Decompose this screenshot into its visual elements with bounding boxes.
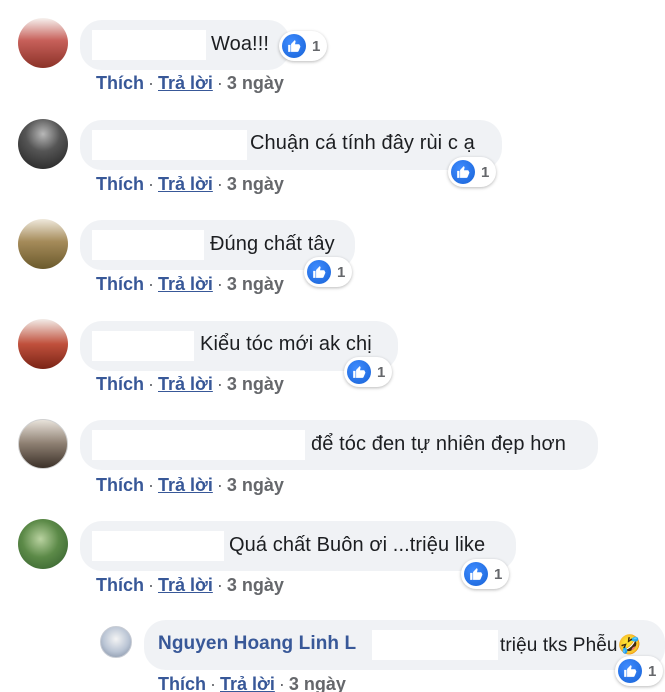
redacted-author-name: [92, 531, 224, 561]
timestamp[interactable]: 3 ngày: [227, 274, 284, 294]
reply-link[interactable]: Trả lời: [220, 674, 275, 692]
thumbs-up-icon: [451, 160, 475, 184]
reaction-badge[interactable]: 1: [615, 656, 664, 686]
reaction-count: 1: [377, 363, 386, 381]
comment-text: Woa!!!: [211, 33, 270, 55]
avatar[interactable]: [18, 519, 68, 569]
reply-link[interactable]: Trả lời: [158, 575, 213, 595]
reaction-count: 1: [337, 263, 346, 281]
comment-actions: Thích · Trả lời · 3 ngày: [158, 674, 346, 692]
reaction-badge[interactable]: 1: [344, 357, 393, 387]
avatar[interactable]: [18, 219, 68, 269]
reaction-count: 1: [481, 163, 490, 181]
reply-link[interactable]: Trả lời: [158, 174, 213, 194]
like-link[interactable]: Thích: [96, 274, 144, 294]
redacted-author-name: [372, 630, 498, 660]
comment-actions: Thích · Trả lời · 3 ngày: [96, 274, 284, 294]
timestamp[interactable]: 3 ngày: [227, 174, 284, 194]
comment-text: Chuận cá tính đây rùi c ạ: [250, 132, 475, 154]
thumbs-up-icon: [618, 659, 642, 683]
timestamp[interactable]: 3 ngày: [227, 374, 284, 394]
comment-text: Đúng chất tây: [210, 233, 335, 255]
reaction-badge[interactable]: 1: [279, 31, 328, 61]
avatar[interactable]: [100, 626, 132, 658]
thumbs-up-icon: [347, 360, 371, 384]
like-link[interactable]: Thích: [96, 575, 144, 595]
thumbs-up-icon: [307, 260, 331, 284]
redacted-author-name: [92, 130, 247, 160]
reaction-badge[interactable]: 1: [304, 257, 353, 287]
comment-text: để tóc đen tự nhiên đẹp hơn: [311, 433, 566, 455]
timestamp[interactable]: 3 ngày: [227, 575, 284, 595]
redacted-author-name: [92, 230, 204, 260]
thumbs-up-icon: [464, 562, 488, 586]
reaction-badge[interactable]: 1: [448, 157, 497, 187]
like-link[interactable]: Thích: [96, 174, 144, 194]
avatar[interactable]: [18, 18, 68, 68]
reaction-badge[interactable]: 1: [461, 559, 510, 589]
comment-actions: Thích · Trả lời · 3 ngày: [96, 475, 284, 495]
comment-text: Quá chất Buôn ơi ...triệu like: [229, 534, 486, 556]
reply-author-name[interactable]: Nguyen Hoang Linh L: [158, 633, 356, 655]
comment-actions: Thích · Trả lời · 3 ngày: [96, 575, 284, 595]
reply-link[interactable]: Trả lời: [158, 475, 213, 495]
avatar[interactable]: [18, 419, 68, 469]
like-link[interactable]: Thích: [158, 674, 206, 692]
reply-link[interactable]: Trả lời: [158, 374, 213, 394]
timestamp[interactable]: 3 ngày: [289, 674, 346, 692]
comment-actions: Thích · Trả lời · 3 ngày: [96, 174, 284, 194]
comment-actions: Thích · Trả lời · 3 ngày: [96, 73, 284, 93]
timestamp[interactable]: 3 ngày: [227, 475, 284, 495]
comment-text: Kiểu tóc mới ak chị: [200, 333, 372, 355]
like-link[interactable]: Thích: [96, 73, 144, 93]
like-link[interactable]: Thích: [96, 374, 144, 394]
reaction-count: 1: [312, 37, 321, 55]
avatar[interactable]: [18, 119, 68, 169]
reply-link[interactable]: Trả lời: [158, 73, 213, 93]
reaction-count: 1: [494, 565, 503, 583]
redacted-author-name: [92, 30, 206, 60]
like-link[interactable]: Thích: [96, 475, 144, 495]
comment-actions: Thích · Trả lời · 3 ngày: [96, 374, 284, 394]
redacted-author-name: [92, 331, 194, 361]
comment-text: triệu tks Phễu🤣: [500, 635, 642, 656]
avatar[interactable]: [18, 319, 68, 369]
reply-link[interactable]: Trả lời: [158, 274, 213, 294]
redacted-author-name: [92, 430, 305, 460]
timestamp[interactable]: 3 ngày: [227, 73, 284, 93]
thumbs-up-icon: [282, 34, 306, 58]
reaction-count: 1: [648, 662, 657, 680]
